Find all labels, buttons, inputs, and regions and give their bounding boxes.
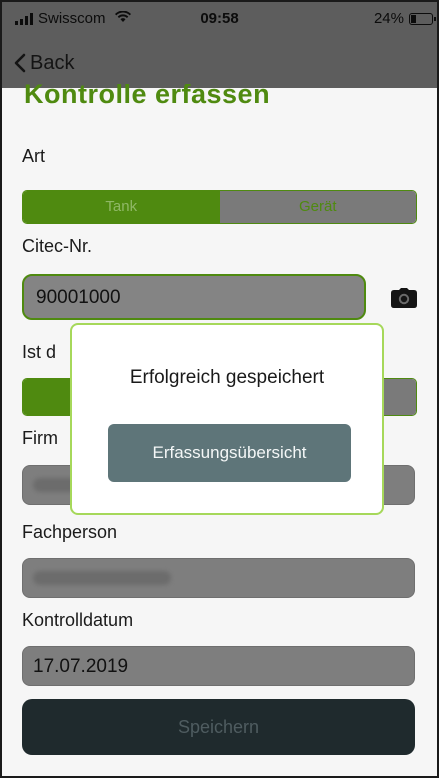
app-frame: Swisscom 09:58 24% Back Kontrolle erfass… [0, 0, 439, 778]
segment-tank[interactable]: Tank [23, 191, 220, 223]
art-label: Art [22, 146, 46, 166]
save-button[interactable]: Speichern [22, 699, 415, 755]
dialog-message: Erfolgreich gespeichert [129, 367, 325, 388]
chevron-left-icon [14, 53, 26, 73]
ist-label: Ist d [22, 342, 57, 362]
kontrolldatum-label: Kontrolldatum [22, 610, 134, 630]
camera-icon[interactable] [391, 288, 417, 313]
segment-geraet[interactable]: Gerät [219, 191, 416, 223]
art-segmented-control: Tank Gerät [22, 190, 417, 224]
success-dialog: Erfolgreich gespeichert Erfassungsübersi… [70, 323, 384, 515]
redacted-text [33, 571, 171, 585]
battery-fill [411, 14, 416, 23]
segment-yes[interactable] [23, 379, 73, 415]
status-bar: Swisscom 09:58 24% [2, 2, 437, 38]
fachperson-field[interactable] [22, 558, 415, 598]
battery-icon [409, 12, 436, 25]
clock: 09:58 [200, 10, 239, 27]
citec-input[interactable]: 90001000 [22, 274, 366, 320]
status-right: 24% [373, 10, 436, 27]
back-button[interactable]: Back [14, 52, 74, 75]
kontrolldatum-field[interactable]: 17.07.2019 [22, 646, 415, 686]
citec-label: Citec-Nr. [22, 236, 93, 256]
firma-label: Firm [22, 428, 58, 448]
battery-percent: 24% [373, 10, 404, 27]
fachperson-label: Fachperson [22, 522, 118, 542]
navigation-bar: Back [2, 38, 437, 88]
overview-button[interactable]: Erfassungsübersicht [108, 424, 351, 482]
back-label: Back [30, 51, 75, 74]
page-title: Kontrolle erfassen [24, 84, 271, 108]
